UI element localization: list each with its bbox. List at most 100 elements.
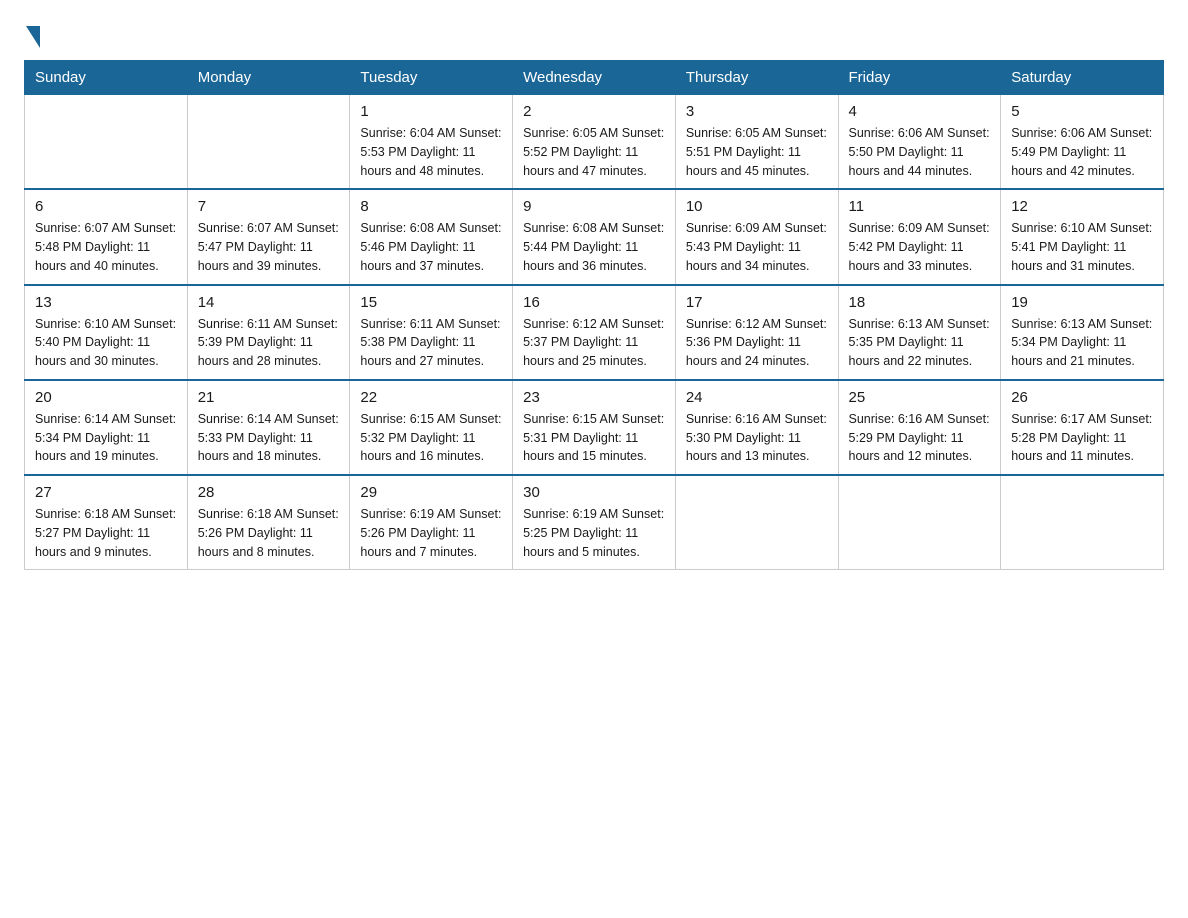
weekday-header-saturday: Saturday [1001, 61, 1164, 95]
calendar-week-row: 6 Sunrise: 6:07 AM Sunset: 5:48 PM Daylig… [25, 189, 1164, 284]
day-number: 17 [686, 294, 828, 311]
calendar-cell: 21 Sunrise: 6:14 AM Sunset: 5:33 PM Dayli… [187, 380, 350, 475]
day-number: 14 [198, 294, 340, 311]
calendar-cell: 19 Sunrise: 6:13 AM Sunset: 5:34 PM Dayli… [1001, 285, 1164, 380]
day-number: 1 [360, 103, 502, 120]
calendar-cell: 4Sunrise: 6:06 AM Sunset: 5:50 PM Daylig… [838, 95, 1001, 190]
day-number: 5 [1011, 103, 1153, 120]
day-info: Sunrise: 6:06 AM Sunset: 5:50 PM Dayligh… [849, 124, 991, 180]
day-info: Sunrise: 6:05 AM Sunset: 5:51 PM Dayligh… [686, 124, 828, 180]
day-info: Sunrise: 6:05 AM Sunset: 5:52 PM Dayligh… [523, 124, 665, 180]
logo [24, 24, 40, 44]
day-number: 25 [849, 389, 991, 406]
day-number: 10 [686, 198, 828, 215]
day-info: Sunrise: 6:11 AM Sunset: 5:39 PM Dayligh… [198, 315, 340, 371]
calendar-cell: 17 Sunrise: 6:12 AM Sunset: 5:36 PM Dayli… [675, 285, 838, 380]
day-info: Sunrise: 6:12 AM Sunset: 5:37 PM Dayligh… [523, 315, 665, 371]
day-number: 20 [35, 389, 177, 406]
day-info: Sunrise: 6:19 AM Sunset: 5:26 PM Dayligh… [360, 505, 502, 561]
day-number: 19 [1011, 294, 1153, 311]
day-info: Sunrise: 6:13 AM Sunset: 5:35 PM Dayligh… [849, 315, 991, 371]
day-info: Sunrise: 6:06 AM Sunset: 5:49 PM Dayligh… [1011, 124, 1153, 180]
day-number: 3 [686, 103, 828, 120]
day-number: 29 [360, 484, 502, 501]
calendar-cell: 25 Sunrise: 6:16 AM Sunset: 5:29 PM Dayli… [838, 380, 1001, 475]
day-info: Sunrise: 6:10 AM Sunset: 5:40 PM Dayligh… [35, 315, 177, 371]
day-info: Sunrise: 6:08 AM Sunset: 5:46 PM Dayligh… [360, 219, 502, 275]
calendar-week-row: 20 Sunrise: 6:14 AM Sunset: 5:34 PM Dayli… [25, 380, 1164, 475]
day-number: 28 [198, 484, 340, 501]
calendar-cell: 22 Sunrise: 6:15 AM Sunset: 5:32 PM Dayli… [350, 380, 513, 475]
calendar-cell: 14 Sunrise: 6:11 AM Sunset: 5:39 PM Dayli… [187, 285, 350, 380]
page-header [24, 24, 1164, 44]
calendar-cell: 8Sunrise: 6:08 AM Sunset: 5:46 PM Daylig… [350, 189, 513, 284]
calendar-cell: 1 Sunrise: 6:04 AM Sunset: 5:53 PM Daylig… [350, 95, 513, 190]
calendar-cell: 7 Sunrise: 6:07 AM Sunset: 5:47 PM Daylig… [187, 189, 350, 284]
day-number: 26 [1011, 389, 1153, 406]
day-number: 7 [198, 198, 340, 215]
day-info: Sunrise: 6:16 AM Sunset: 5:30 PM Dayligh… [686, 410, 828, 466]
day-info: Sunrise: 6:14 AM Sunset: 5:33 PM Dayligh… [198, 410, 340, 466]
day-info: Sunrise: 6:09 AM Sunset: 5:42 PM Dayligh… [849, 219, 991, 275]
day-info: Sunrise: 6:08 AM Sunset: 5:44 PM Dayligh… [523, 219, 665, 275]
day-number: 16 [523, 294, 665, 311]
calendar-cell: 24 Sunrise: 6:16 AM Sunset: 5:30 PM Dayli… [675, 380, 838, 475]
calendar-cell [25, 95, 188, 190]
weekday-header-tuesday: Tuesday [350, 61, 513, 95]
calendar-cell: 6 Sunrise: 6:07 AM Sunset: 5:48 PM Daylig… [25, 189, 188, 284]
day-info: Sunrise: 6:11 AM Sunset: 5:38 PM Dayligh… [360, 315, 502, 371]
day-info: Sunrise: 6:07 AM Sunset: 5:47 PM Dayligh… [198, 219, 340, 275]
day-number: 22 [360, 389, 502, 406]
day-info: Sunrise: 6:16 AM Sunset: 5:29 PM Dayligh… [849, 410, 991, 466]
day-number: 27 [35, 484, 177, 501]
calendar-cell: 23 Sunrise: 6:15 AM Sunset: 5:31 PM Dayli… [513, 380, 676, 475]
calendar-cell: 10Sunrise: 6:09 AM Sunset: 5:43 PM Dayli… [675, 189, 838, 284]
day-number: 15 [360, 294, 502, 311]
calendar-cell: 30 Sunrise: 6:19 AM Sunset: 5:25 PM Dayli… [513, 475, 676, 570]
weekday-header-row: SundayMondayTuesdayWednesdayThursdayFrid… [25, 61, 1164, 95]
calendar-cell: 29 Sunrise: 6:19 AM Sunset: 5:26 PM Dayli… [350, 475, 513, 570]
day-info: Sunrise: 6:10 AM Sunset: 5:41 PM Dayligh… [1011, 219, 1153, 275]
day-info: Sunrise: 6:13 AM Sunset: 5:34 PM Dayligh… [1011, 315, 1153, 371]
day-info: Sunrise: 6:15 AM Sunset: 5:31 PM Dayligh… [523, 410, 665, 466]
calendar-cell [838, 475, 1001, 570]
day-info: Sunrise: 6:15 AM Sunset: 5:32 PM Dayligh… [360, 410, 502, 466]
calendar-cell [187, 95, 350, 190]
calendar-cell: 18 Sunrise: 6:13 AM Sunset: 5:35 PM Dayli… [838, 285, 1001, 380]
day-info: Sunrise: 6:12 AM Sunset: 5:36 PM Dayligh… [686, 315, 828, 371]
calendar-cell: 9 Sunrise: 6:08 AM Sunset: 5:44 PM Daylig… [513, 189, 676, 284]
day-number: 21 [198, 389, 340, 406]
day-number: 24 [686, 389, 828, 406]
day-info: Sunrise: 6:14 AM Sunset: 5:34 PM Dayligh… [35, 410, 177, 466]
day-info: Sunrise: 6:19 AM Sunset: 5:25 PM Dayligh… [523, 505, 665, 561]
day-number: 30 [523, 484, 665, 501]
weekday-header-monday: Monday [187, 61, 350, 95]
calendar-week-row: 1 Sunrise: 6:04 AM Sunset: 5:53 PM Daylig… [25, 95, 1164, 190]
day-number: 6 [35, 198, 177, 215]
day-number: 11 [849, 198, 991, 215]
calendar-cell: 16 Sunrise: 6:12 AM Sunset: 5:37 PM Dayli… [513, 285, 676, 380]
calendar-cell: 26 Sunrise: 6:17 AM Sunset: 5:28 PM Dayli… [1001, 380, 1164, 475]
day-number: 2 [523, 103, 665, 120]
day-number: 18 [849, 294, 991, 311]
calendar-cell: 20 Sunrise: 6:14 AM Sunset: 5:34 PM Dayli… [25, 380, 188, 475]
calendar-cell: 2 Sunrise: 6:05 AM Sunset: 5:52 PM Daylig… [513, 95, 676, 190]
day-number: 9 [523, 198, 665, 215]
day-number: 13 [35, 294, 177, 311]
calendar-cell [675, 475, 838, 570]
day-info: Sunrise: 6:18 AM Sunset: 5:27 PM Dayligh… [35, 505, 177, 561]
day-number: 12 [1011, 198, 1153, 215]
calendar-cell: 3 Sunrise: 6:05 AM Sunset: 5:51 PM Daylig… [675, 95, 838, 190]
calendar-cell: 28Sunrise: 6:18 AM Sunset: 5:26 PM Dayli… [187, 475, 350, 570]
day-number: 23 [523, 389, 665, 406]
weekday-header-sunday: Sunday [25, 61, 188, 95]
calendar-cell: 13 Sunrise: 6:10 AM Sunset: 5:40 PM Dayli… [25, 285, 188, 380]
day-info: Sunrise: 6:07 AM Sunset: 5:48 PM Dayligh… [35, 219, 177, 275]
weekday-header-wednesday: Wednesday [513, 61, 676, 95]
calendar-cell: 11 Sunrise: 6:09 AM Sunset: 5:42 PM Dayli… [838, 189, 1001, 284]
weekday-header-friday: Friday [838, 61, 1001, 95]
day-info: Sunrise: 6:17 AM Sunset: 5:28 PM Dayligh… [1011, 410, 1153, 466]
calendar-table: SundayMondayTuesdayWednesdayThursdayFrid… [24, 60, 1164, 570]
calendar-cell: 27 Sunrise: 6:18 AM Sunset: 5:27 PM Dayli… [25, 475, 188, 570]
day-info: Sunrise: 6:04 AM Sunset: 5:53 PM Dayligh… [360, 124, 502, 180]
